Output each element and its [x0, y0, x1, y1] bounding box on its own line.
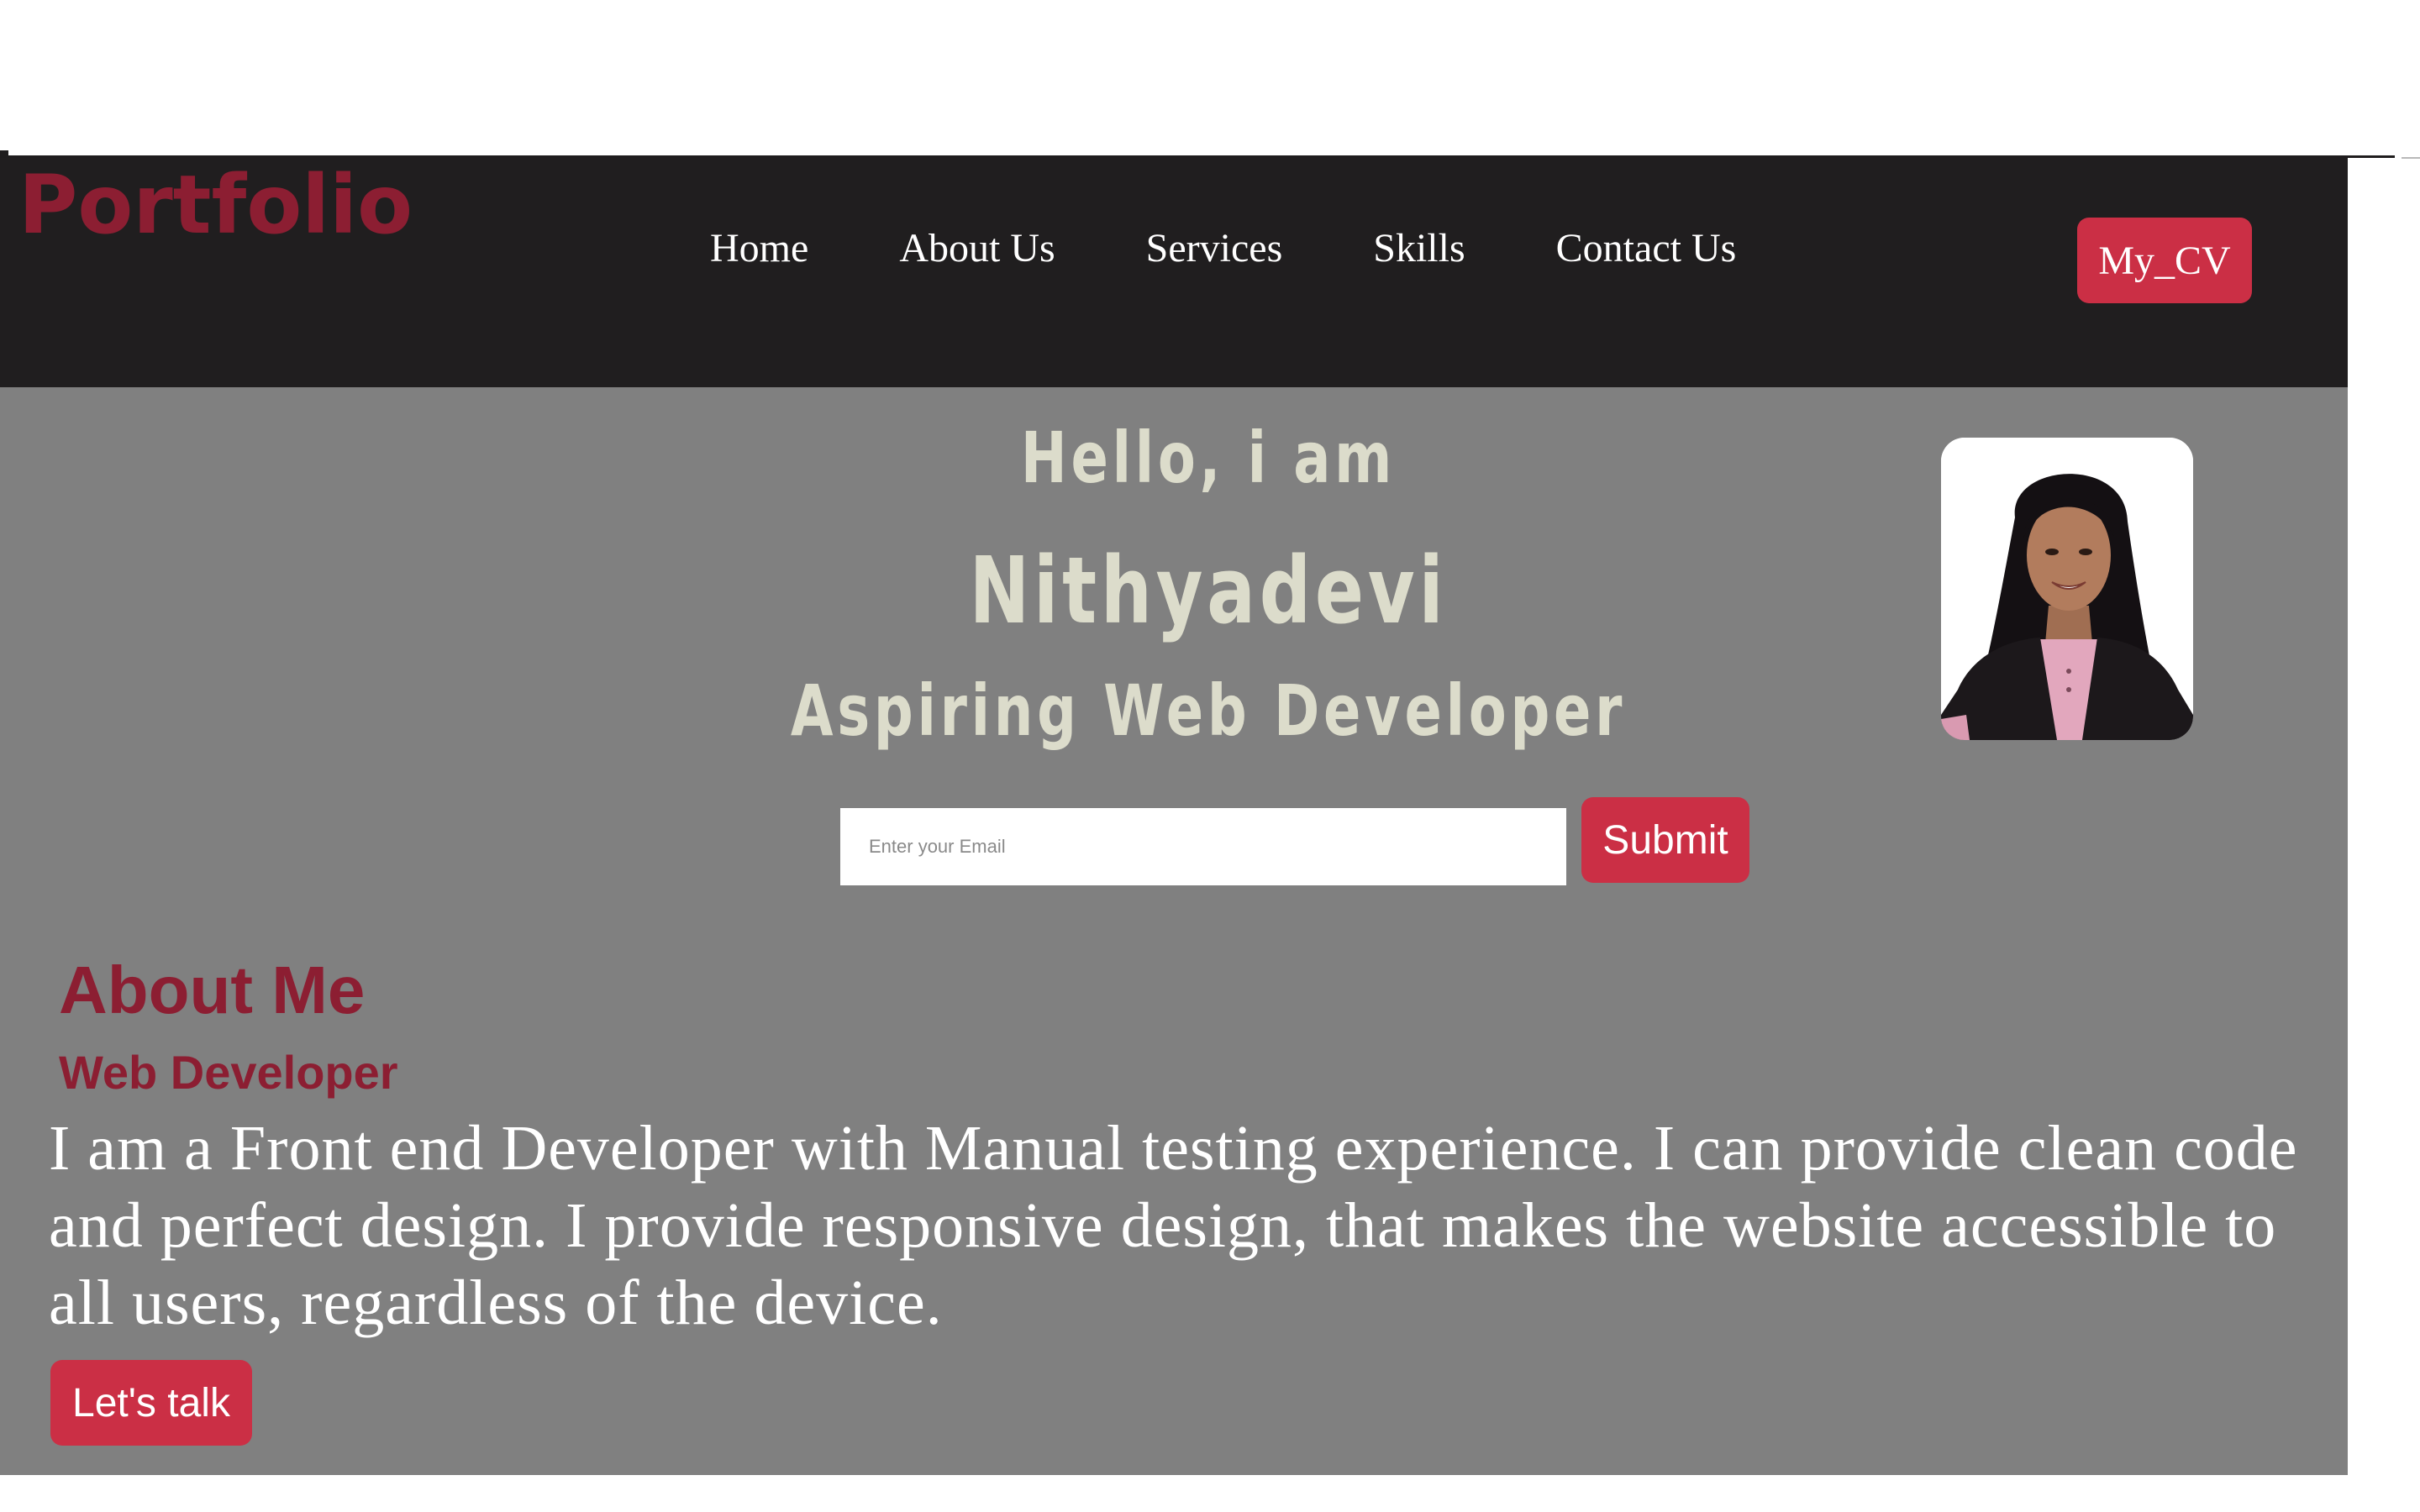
hero-greeting: Hello, i am	[1020, 417, 1397, 499]
nav-about-link[interactable]: About Us	[899, 225, 1055, 271]
email-input[interactable]	[840, 808, 1566, 885]
site-header: Portfolio Home About Us Services Skills …	[0, 158, 2348, 387]
nav-skills-link[interactable]: Skills	[1373, 225, 1465, 271]
main-section: Hello, i am Nithyadevi Aspiring Web Deve…	[0, 387, 2348, 1475]
main-nav: Home About Us Services Skills Contact Us	[710, 225, 1736, 271]
cv-button[interactable]: My_CV	[2077, 218, 2252, 303]
submit-button[interactable]: Submit	[1581, 797, 1749, 883]
top-divider-dash	[2402, 157, 2420, 159]
nav-contact-link[interactable]: Contact Us	[1556, 225, 1737, 271]
hero-role: Aspiring Web Developer	[790, 669, 1627, 752]
nav-home-link[interactable]: Home	[710, 225, 808, 271]
profile-photo-illustration	[1941, 438, 2193, 740]
nav-services-link[interactable]: Services	[1146, 225, 1283, 271]
about-description: I am a Front end Developer with Manual t…	[49, 1113, 2298, 1338]
page: Portfolio Home About Us Services Skills …	[0, 0, 2420, 1512]
profile-photo	[1941, 438, 2193, 740]
lets-talk-button[interactable]: Let's talk	[50, 1360, 252, 1446]
site-logo[interactable]: Portfolio	[18, 163, 413, 248]
hero-name: Nithyadevi	[969, 537, 1448, 644]
about-title: About Me	[59, 953, 366, 1027]
about-subtitle: Web Developer	[59, 1046, 398, 1099]
